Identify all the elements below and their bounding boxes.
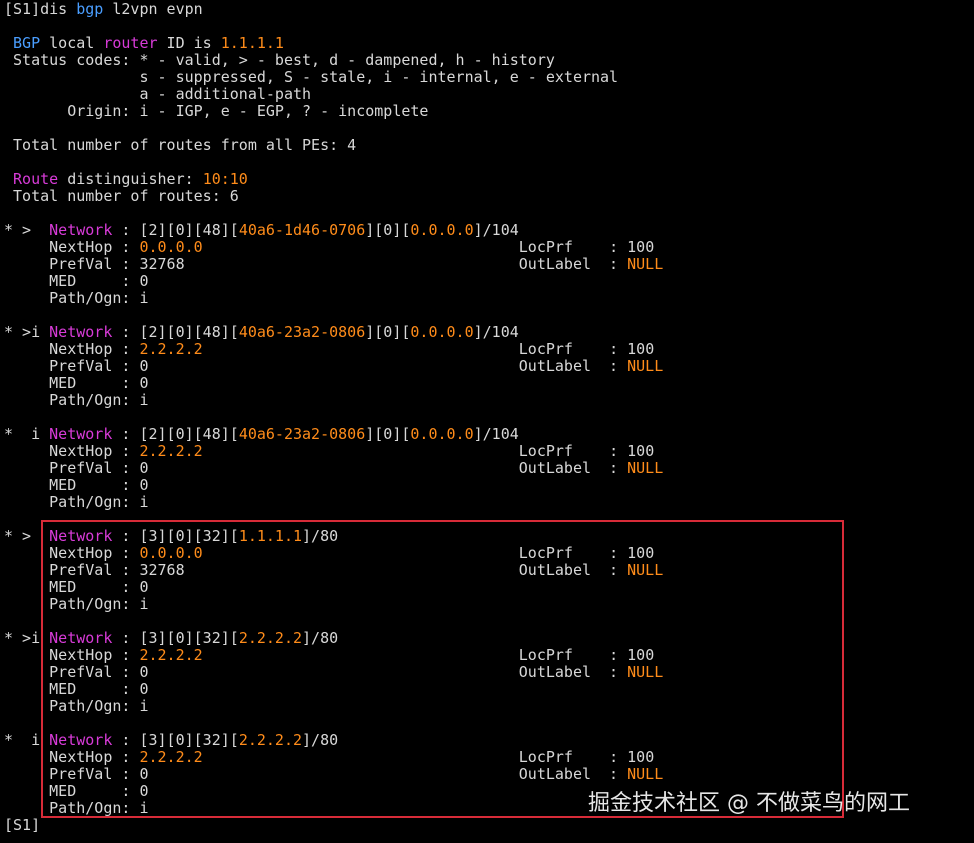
terminal-line: Path/Ogn: i bbox=[4, 493, 149, 511]
terminal-line: Total number of routes: 6 bbox=[4, 188, 239, 205]
terminal-line: NextHop : 2.2.2.2 LocPrf : 100 bbox=[4, 341, 654, 358]
terminal-text: LocPrf : 100 bbox=[202, 442, 655, 460]
terminal-text: 0.0.0.0 bbox=[139, 238, 203, 256]
terminal-line: a - additional-path bbox=[4, 86, 311, 103]
terminal-text: local bbox=[40, 34, 104, 52]
terminal-text: Total number of routes from all PEs: 4 bbox=[4, 136, 357, 154]
terminal-line: Path/Ogn: i bbox=[4, 289, 149, 307]
terminal-text: Status codes: * - valid, > - best, d - d… bbox=[4, 51, 555, 69]
terminal-text: ][0][ bbox=[365, 323, 411, 341]
terminal-text: * >i bbox=[4, 323, 50, 341]
terminal-text: NULL bbox=[627, 255, 664, 273]
terminal-line: PrefVal : 32768 OutLabel : NULL bbox=[4, 256, 663, 273]
terminal-text: MED : 0 bbox=[4, 374, 149, 392]
terminal-line: Route distinguisher: 10:10 bbox=[4, 171, 248, 188]
terminal-text: Network bbox=[49, 221, 113, 239]
terminal-line: NextHop : 0.0.0.0 LocPrf : 100 bbox=[4, 239, 654, 256]
terminal-line: Origin: i - IGP, e - EGP, ? - incomplete bbox=[4, 103, 428, 120]
terminal-line: Path/Ogn: i bbox=[4, 391, 149, 409]
terminal-text: l2vpn evpn bbox=[103, 0, 203, 18]
terminal-line: BGP local router ID is 1.1.1.1 bbox=[4, 35, 284, 52]
terminal-line: MED : 0 bbox=[4, 272, 149, 290]
terminal-text: Path/Ogn: i bbox=[4, 391, 149, 409]
terminal-text: Origin: i - IGP, e - EGP, ? - incomplete bbox=[4, 102, 429, 120]
highlight-box bbox=[41, 520, 844, 818]
terminal-text: ]/104 bbox=[473, 425, 519, 443]
terminal-line: * i Network : [2][0][48][40a6-23a2-0806]… bbox=[4, 426, 519, 443]
terminal-text: bgp bbox=[76, 0, 104, 18]
terminal-text: 40a6-1d46-0706 bbox=[238, 221, 366, 239]
terminal-text: Path/Ogn: i bbox=[4, 493, 149, 511]
terminal-text: Route bbox=[13, 170, 59, 188]
terminal-text: ]/104 bbox=[473, 221, 519, 239]
terminal-text: 0.0.0.0 bbox=[410, 323, 474, 341]
terminal-text: PrefVal : 0 OutLabel : bbox=[4, 459, 628, 477]
terminal-text: ]/104 bbox=[473, 323, 519, 341]
terminal-text: PrefVal : 32768 OutLabel : bbox=[4, 255, 628, 273]
terminal-line: * > Network : [2][0][48][40a6-1d46-0706]… bbox=[4, 222, 519, 239]
terminal-text: 40a6-23a2-0806 bbox=[238, 425, 366, 443]
terminal-text: 2.2.2.2 bbox=[139, 340, 203, 358]
terminal-line: MED : 0 bbox=[4, 476, 149, 494]
terminal-text: Network bbox=[49, 323, 113, 341]
terminal-text: Network bbox=[49, 425, 113, 443]
terminal-text: 1.1.1.1 bbox=[220, 34, 284, 52]
terminal-text: NULL bbox=[627, 459, 664, 477]
terminal-line: MED : 0 bbox=[4, 374, 149, 392]
terminal-text: NextHop : bbox=[4, 442, 140, 460]
watermark: 掘金技术社区 @ 不做菜鸟的网工 bbox=[588, 791, 910, 816]
terminal-line: PrefVal : 0 OutLabel : NULL bbox=[4, 358, 663, 375]
terminal-line: PrefVal : 0 OutLabel : NULL bbox=[4, 460, 663, 477]
terminal-text: MED : 0 bbox=[4, 272, 149, 290]
terminal-text: BGP bbox=[13, 34, 41, 52]
terminal-text: s - suppressed, S - stale, i - internal,… bbox=[4, 68, 619, 86]
terminal-line: [S1]dis bgp l2vpn evpn bbox=[4, 1, 203, 18]
terminal-text: NextHop : bbox=[4, 340, 140, 358]
terminal-line: * >i Network : [2][0][48][40a6-23a2-0806… bbox=[4, 324, 519, 341]
terminal-text: ][0][ bbox=[365, 425, 411, 443]
terminal-text: 2.2.2.2 bbox=[139, 442, 203, 460]
terminal-text: 0.0.0.0 bbox=[410, 425, 474, 443]
terminal-text: [S1]dis bbox=[4, 0, 77, 18]
terminal-text: : [2][0][48][ bbox=[112, 221, 239, 239]
terminal-text: MED : 0 bbox=[4, 476, 149, 494]
terminal-text: a - additional-path bbox=[4, 85, 312, 103]
terminal-line: Status codes: * - valid, > - best, d - d… bbox=[4, 52, 555, 69]
terminal-line: [S1] bbox=[4, 817, 40, 834]
terminal-text: ][0][ bbox=[365, 221, 411, 239]
terminal-text: router bbox=[103, 34, 158, 52]
terminal-text: 40a6-23a2-0806 bbox=[238, 323, 366, 341]
terminal-text: Total number of routes: 6 bbox=[4, 187, 239, 205]
terminal-text: LocPrf : 100 bbox=[202, 238, 655, 256]
terminal-line: NextHop : 2.2.2.2 LocPrf : 100 bbox=[4, 443, 654, 460]
terminal-text: [S1] bbox=[4, 816, 41, 834]
terminal-text: ID is bbox=[157, 34, 221, 52]
terminal-text: * i bbox=[4, 425, 50, 443]
terminal-line: s - suppressed, S - stale, i - internal,… bbox=[4, 69, 618, 86]
terminal-text: NextHop : bbox=[4, 238, 140, 256]
terminal-text: Path/Ogn: i bbox=[4, 289, 149, 307]
terminal-text: LocPrf : 100 bbox=[202, 340, 655, 358]
terminal-text: 0.0.0.0 bbox=[410, 221, 474, 239]
terminal-text: : [2][0][48][ bbox=[112, 425, 239, 443]
terminal-text: distinguisher: bbox=[58, 170, 203, 188]
terminal-text: * > bbox=[4, 221, 50, 239]
terminal-line: Total number of routes from all PEs: 4 bbox=[4, 137, 356, 154]
terminal-text: PrefVal : 0 OutLabel : bbox=[4, 357, 628, 375]
terminal-text: 10:10 bbox=[202, 170, 248, 188]
terminal-text: NULL bbox=[627, 357, 664, 375]
terminal-text: : [2][0][48][ bbox=[112, 323, 239, 341]
